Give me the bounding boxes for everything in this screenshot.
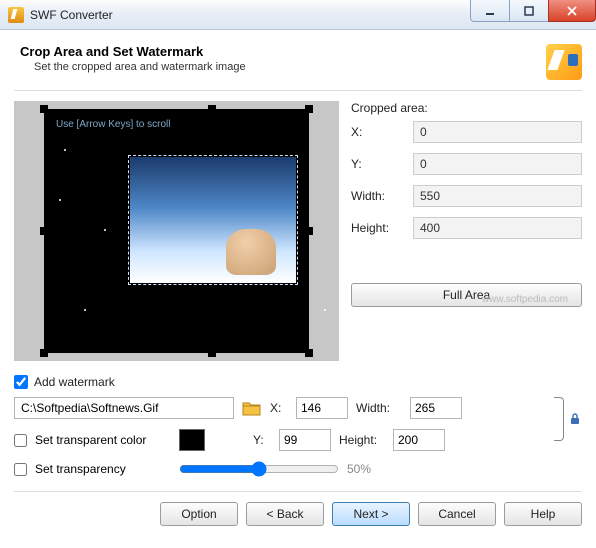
crop-height-label: Height: <box>351 221 413 235</box>
crop-controls: Cropped area: X: Y: Width: Height: Full … <box>351 101 582 361</box>
set-transparent-color-checkbox[interactable] <box>14 434 27 447</box>
wm-y-label: Y: <box>253 433 271 447</box>
minimize-button[interactable] <box>470 0 510 22</box>
softpedia-watermark: www.softpedia.com <box>482 294 568 305</box>
set-transparency-label: Set transparency <box>35 462 171 476</box>
cancel-button[interactable]: Cancel <box>418 502 496 526</box>
transparency-slider[interactable] <box>179 461 339 477</box>
wm-width-label: Width: <box>356 401 402 415</box>
wizard-footer: Option < Back Next > Cancel Help <box>14 491 582 526</box>
preview-canvas[interactable]: Use [Arrow Keys] to scroll <box>44 109 309 353</box>
add-watermark-checkbox[interactable] <box>14 375 28 389</box>
thunder-logo-icon <box>546 44 582 80</box>
crop-x-label: X: <box>351 125 413 139</box>
titlebar: SWF Converter <box>0 0 596 30</box>
browse-folder-icon[interactable] <box>242 399 262 417</box>
crop-height-input[interactable] <box>413 217 582 239</box>
aspect-lock <box>554 397 582 441</box>
lock-icon[interactable] <box>568 412 582 426</box>
window-controls <box>471 0 596 29</box>
add-watermark-label: Add watermark <box>34 375 115 389</box>
wm-x-label: X: <box>270 401 288 415</box>
crop-selection[interactable] <box>128 155 298 285</box>
set-transparency-checkbox[interactable] <box>14 463 27 476</box>
cropped-area-label: Cropped area: <box>351 101 582 115</box>
set-transparent-color-label: Set transparent color <box>35 433 171 447</box>
crop-y-label: Y: <box>351 157 413 171</box>
page-title: Crop Area and Set Watermark <box>20 44 246 59</box>
crop-width-label: Width: <box>351 189 413 203</box>
crop-width-input[interactable] <box>413 185 582 207</box>
page-header: Crop Area and Set Watermark Set the crop… <box>14 40 582 90</box>
next-button[interactable]: Next > <box>332 502 410 526</box>
crop-x-input[interactable] <box>413 121 582 143</box>
maximize-button[interactable] <box>509 0 549 22</box>
watermark-preview-image <box>130 157 296 283</box>
app-icon <box>8 7 24 23</box>
close-button[interactable] <box>548 0 596 22</box>
window-title: SWF Converter <box>30 8 113 22</box>
watermark-path-input[interactable] <box>14 397 234 419</box>
back-button[interactable]: < Back <box>246 502 324 526</box>
wm-y-input[interactable] <box>279 429 331 451</box>
divider <box>14 90 582 91</box>
crop-y-input[interactable] <box>413 153 582 175</box>
page-subtitle: Set the cropped area and watermark image <box>34 61 246 73</box>
transparent-color-swatch[interactable] <box>179 429 205 451</box>
watermark-section: Add watermark X: Width: Set transparent … <box>14 375 582 477</box>
option-button[interactable]: Option <box>160 502 238 526</box>
help-button[interactable]: Help <box>504 502 582 526</box>
transparency-value: 50% <box>347 462 371 476</box>
crop-preview[interactable]: Use [Arrow Keys] to scroll <box>14 101 339 361</box>
wm-x-input[interactable] <box>296 397 348 419</box>
preview-hint: Use [Arrow Keys] to scroll <box>56 119 170 130</box>
wm-height-label: Height: <box>339 433 385 447</box>
wm-width-input[interactable] <box>410 397 462 419</box>
wm-height-input[interactable] <box>393 429 445 451</box>
